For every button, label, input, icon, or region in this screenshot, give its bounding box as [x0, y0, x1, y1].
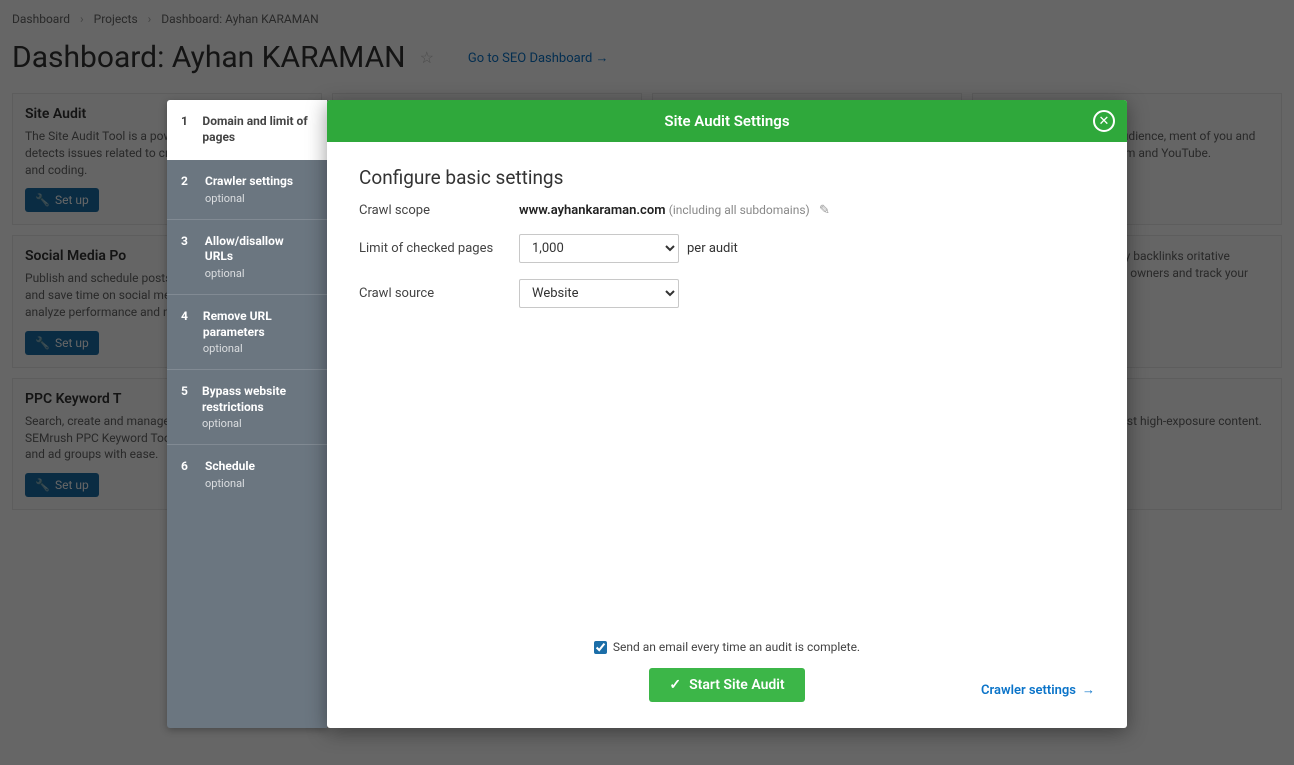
step-number: 5 [181, 384, 190, 430]
modal-footer: Send an email every time an audit is com… [327, 622, 1127, 728]
start-audit-label: Start Site Audit [689, 677, 785, 693]
source-label: Crawl source [359, 286, 519, 301]
modal-panel: Site Audit Settings ✕ Configure basic se… [327, 100, 1127, 728]
limit-row: Limit of checked pages 1,000 per audit [359, 234, 1095, 263]
wizard-step-3[interactable]: 3 Allow/disallow URLs optional [167, 220, 327, 295]
wizard-step-6[interactable]: 6 Schedule optional [167, 445, 327, 504]
step-number: 4 [181, 309, 191, 355]
section-title: Configure basic settings [359, 166, 1095, 189]
email-checkbox-row[interactable]: Send an email every time an audit is com… [359, 640, 1095, 654]
crawl-scope-value: www.ayhankaraman.com [519, 203, 666, 218]
source-select[interactable]: Website [519, 279, 679, 308]
step-number: 1 [181, 114, 190, 145]
step-label: Schedule [205, 459, 255, 473]
source-row: Crawl source Website [359, 279, 1095, 308]
wizard-step-4[interactable]: 4 Remove URL parameters optional [167, 295, 327, 370]
limit-after: per audit [687, 241, 738, 256]
close-button[interactable]: ✕ [1093, 110, 1115, 132]
modal-body: Configure basic settings Crawl scope www… [327, 142, 1127, 622]
step-label: Bypass website restrictions [202, 384, 286, 414]
limit-label: Limit of checked pages [359, 241, 519, 256]
modal-container: 1 Domain and limit of pages 2 Crawler se… [167, 100, 1127, 728]
step-optional: optional [202, 417, 313, 430]
modal-title: Site Audit Settings [664, 112, 789, 130]
pencil-icon[interactable]: ✎ [819, 203, 830, 218]
wizard-step-5[interactable]: 5 Bypass website restrictions optional [167, 370, 327, 445]
crawl-scope-label: Crawl scope [359, 203, 519, 218]
next-link-label: Crawler settings [981, 683, 1076, 698]
email-checkbox-label: Send an email every time an audit is com… [613, 640, 860, 654]
check-icon: ✓ [669, 677, 681, 693]
wizard-steps: 1 Domain and limit of pages 2 Crawler se… [167, 100, 327, 728]
arrow-right-icon: → [1082, 682, 1095, 698]
step-label: Domain and limit of pages [202, 114, 307, 144]
modal-header: Site Audit Settings ✕ [327, 100, 1127, 142]
step-optional: optional [205, 477, 255, 490]
step-number: 2 [181, 174, 193, 205]
step-optional: optional [205, 267, 313, 280]
step-label: Allow/disallow URLs [205, 234, 284, 264]
close-icon: ✕ [1099, 114, 1110, 129]
step-optional: optional [203, 342, 313, 355]
email-checkbox[interactable] [594, 641, 607, 654]
step-optional: optional [205, 192, 293, 205]
wizard-step-2[interactable]: 2 Crawler settings optional [167, 160, 327, 220]
step-number: 3 [181, 234, 193, 280]
crawl-scope-row: Crawl scope www.ayhankaraman.com (includ… [359, 203, 1095, 218]
start-audit-button[interactable]: ✓ Start Site Audit [649, 668, 804, 702]
limit-select[interactable]: 1,000 [519, 234, 679, 263]
step-label: Remove URL parameters [203, 309, 272, 339]
crawler-settings-link[interactable]: Crawler settings → [981, 682, 1095, 698]
step-label: Crawler settings [205, 174, 293, 188]
step-number: 6 [181, 459, 193, 490]
crawl-scope-note: (including all subdomains) [669, 203, 810, 217]
wizard-step-1[interactable]: 1 Domain and limit of pages [167, 100, 327, 160]
